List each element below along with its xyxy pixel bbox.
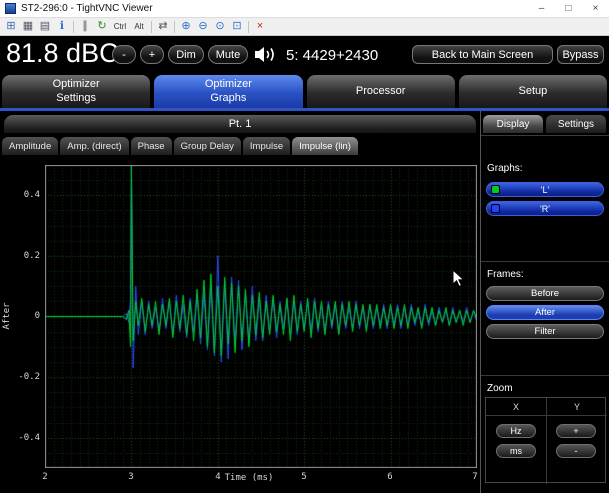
ctrl-key-button[interactable]: Ctrl	[111, 19, 129, 34]
tab-optimizer-graphs[interactable]: Optimizer Graphs	[154, 75, 302, 108]
toolbar-separator	[73, 21, 74, 33]
graph-tab-bar: Amplitude Amp. (direct) Phase Group Dela…	[2, 137, 358, 155]
y-tick-label: 0.4	[10, 190, 40, 200]
tab-amplitude[interactable]: Amplitude	[2, 137, 58, 155]
window-title: ST2-296:0 - TightVNC Viewer	[21, 3, 528, 14]
refresh-icon[interactable]: ↻	[94, 19, 110, 34]
frame-after-button[interactable]: After	[486, 305, 604, 320]
maximize-button[interactable]: □	[555, 0, 582, 17]
tab-settings[interactable]: Settings	[546, 115, 606, 133]
new-connection-icon[interactable]: ⊞	[3, 19, 19, 34]
vnc-app-icon	[5, 3, 16, 14]
tab-phase[interactable]: Phase	[131, 137, 172, 155]
impulse-plot[interactable]	[45, 165, 477, 468]
channel-l-button[interactable]: 'L'	[486, 182, 604, 197]
zoom-controls: X Y Hz ms + -	[485, 397, 606, 483]
channel-r-label: 'R'	[540, 204, 550, 214]
x-tick-label: 2	[42, 472, 47, 482]
mouse-cursor	[452, 269, 465, 293]
zoom-y-minus-button[interactable]: -	[556, 444, 596, 458]
x-axis-label: Time (ms)	[225, 473, 274, 483]
pause-icon[interactable]: ∥	[77, 19, 93, 34]
x-tick-label: 6	[387, 472, 392, 482]
tab-display[interactable]: Display	[483, 115, 543, 133]
zoom-out-icon[interactable]: ⊖	[195, 19, 211, 34]
volume-up-button[interactable]: +	[140, 45, 164, 64]
x-tick-label: 5	[301, 472, 306, 482]
x-tick-label: 4	[215, 472, 220, 482]
level-display: 81.8 dBC	[6, 38, 119, 69]
toolbar-separator	[248, 21, 249, 33]
zoom-x-hz-button[interactable]: Hz	[496, 424, 536, 438]
zoom-header-divider	[486, 415, 607, 416]
alt-key-button[interactable]: Alt	[130, 19, 148, 34]
channel-r-indicator	[491, 204, 500, 213]
vnc-viewer-window: ST2-296:0 - TightVNC Viewer – □ × ⊞ ▦ ▤ …	[0, 0, 609, 493]
x-tick-label: 3	[128, 472, 133, 482]
window-titlebar: ST2-296:0 - TightVNC Viewer – □ ×	[0, 0, 609, 18]
tab-impulse[interactable]: Impulse	[243, 137, 290, 155]
graphs-content: Pt. 1 Amplitude Amp. (direct) Phase Grou…	[0, 111, 609, 493]
y-tick-label: 0	[10, 311, 40, 321]
speaker-icon	[254, 46, 278, 68]
graphs-section-label: Graphs:	[487, 163, 523, 174]
dim-button[interactable]: Dim	[168, 45, 204, 64]
zoom-100-icon[interactable]: ⊙	[212, 19, 228, 34]
zoom-y-plus-button[interactable]: +	[556, 424, 596, 438]
toolbar-separator	[151, 21, 152, 33]
close-button[interactable]: ×	[582, 0, 609, 17]
tab-amp-direct[interactable]: Amp. (direct)	[60, 137, 128, 155]
x-tick-label: 7	[472, 472, 477, 482]
tab-processor[interactable]: Processor	[307, 75, 455, 108]
zoom-fit-icon[interactable]: ⊡	[229, 19, 245, 34]
section-divider	[481, 375, 609, 376]
save-session-icon[interactable]: ▦	[20, 19, 36, 34]
tab-impulse-lin[interactable]: Impulse (lin)	[292, 137, 358, 155]
zoom-x-header: X	[486, 402, 546, 412]
file-transfer-icon[interactable]: ⇄	[155, 19, 171, 34]
vnc-toolbar: ⊞ ▦ ▤ ℹ ∥ ↻ Ctrl Alt ⇄ ⊕ ⊖ ⊙ ⊡ ×	[0, 18, 609, 36]
panel-tab-bar: Display Settings	[483, 115, 606, 133]
optimizer-app: 81.8 dBC - + Dim Mute 5: 4429+2430 Back …	[0, 36, 609, 493]
connection-info-icon[interactable]: ℹ	[54, 19, 70, 34]
tab-group-delay[interactable]: Group Delay	[174, 137, 241, 155]
graph-panel: Pt. 1 Amplitude Amp. (direct) Phase Grou…	[0, 111, 480, 493]
channel-r-button[interactable]: 'R'	[486, 201, 604, 216]
zoom-section-label: Zoom	[487, 383, 513, 394]
main-tab-bar: Optimizer Settings Optimizer Graphs Proc…	[0, 75, 609, 108]
frame-filter-button[interactable]: Filter	[486, 324, 604, 339]
connection-options-icon[interactable]: ▤	[37, 19, 53, 34]
point-header[interactable]: Pt. 1	[4, 115, 476, 133]
y-tick-label: 0.2	[10, 251, 40, 261]
preset-display: 5: 4429+2430	[286, 47, 378, 64]
zoom-x-ms-button[interactable]: ms	[496, 444, 536, 458]
channel-l-indicator	[491, 185, 500, 194]
section-divider	[481, 135, 609, 136]
frame-before-button[interactable]: Before	[486, 286, 604, 301]
zoom-y-header: Y	[547, 402, 607, 412]
volume-down-button[interactable]: -	[112, 45, 136, 64]
y-tick-label: -0.4	[10, 433, 40, 443]
tab-setup[interactable]: Setup	[459, 75, 607, 108]
back-to-main-screen-button[interactable]: Back to Main Screen	[412, 45, 553, 64]
tab-optimizer-settings[interactable]: Optimizer Settings	[2, 75, 150, 108]
section-divider	[481, 261, 609, 262]
mute-button[interactable]: Mute	[208, 45, 248, 64]
ctrl-alt-del-icon[interactable]: ×	[252, 19, 268, 34]
bypass-button[interactable]: Bypass	[557, 45, 604, 64]
channel-l-label: 'L'	[541, 185, 549, 195]
toolbar-separator	[174, 21, 175, 33]
display-sidebar: Display Settings Graphs: 'L' 'R' Frames:…	[480, 111, 609, 493]
y-tick-label: -0.2	[10, 372, 40, 382]
minimize-button[interactable]: –	[528, 0, 555, 17]
zoom-in-icon[interactable]: ⊕	[178, 19, 194, 34]
frames-section-label: Frames:	[487, 269, 524, 280]
